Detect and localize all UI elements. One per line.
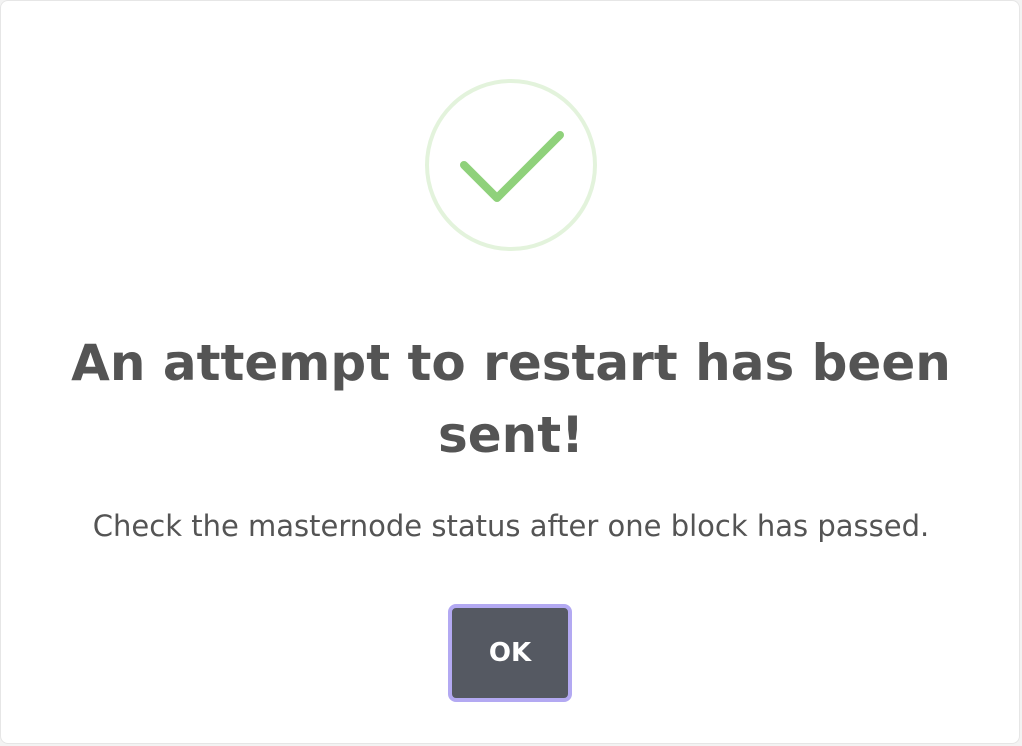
- dialog-title: An attempt to restart has been sent!: [71, 334, 951, 464]
- alert-dialog: An attempt to restart has been sent! Che…: [0, 0, 1020, 744]
- success-check-icon: [425, 79, 597, 251]
- dialog-message: Check the masternode status after one bl…: [92, 509, 930, 543]
- ok-button[interactable]: OK: [448, 604, 572, 702]
